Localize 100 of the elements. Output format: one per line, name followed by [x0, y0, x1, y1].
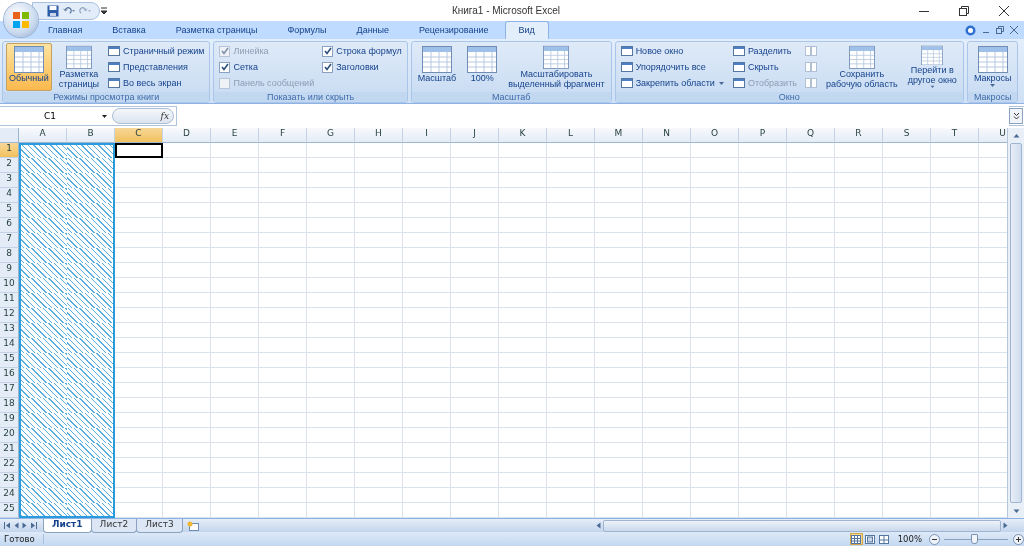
row-header[interactable]: 16 [0, 368, 19, 383]
row-header[interactable]: 12 [0, 308, 19, 323]
ribbon-button[interactable]: Страничный режим [106, 43, 207, 59]
ribbon-button[interactable]: Упорядочить все [618, 59, 727, 75]
row-header[interactable]: 13 [0, 323, 19, 338]
expand-button[interactable] [1009, 108, 1023, 124]
ribbon-button[interactable]: Масштаб [414, 43, 460, 91]
sheet-tab[interactable]: Лист1 [43, 518, 92, 533]
ribbon-tab[interactable]: Вид [504, 21, 549, 39]
scroll-down-icon[interactable] [1012, 508, 1020, 514]
row-header[interactable]: 17 [0, 383, 19, 398]
scroll-left-icon[interactable] [596, 522, 601, 529]
row-header[interactable]: 24 [0, 488, 19, 503]
row-header[interactable]: 3 [0, 173, 19, 188]
row-header[interactable]: 14 [0, 338, 19, 353]
ribbon-button[interactable]: Разделить [730, 43, 799, 59]
zoom-out-button[interactable] [928, 533, 940, 545]
ribbon-button[interactable]: Сохранить рабочую область [822, 43, 901, 91]
ribbon-tab[interactable]: Рецензирование [405, 21, 503, 39]
column-header[interactable]: I [403, 128, 451, 143]
row-header[interactable]: 21 [0, 443, 19, 458]
column-header[interactable]: P [739, 128, 787, 143]
column-header[interactable]: S [883, 128, 931, 143]
row-header[interactable]: 22 [0, 458, 19, 473]
formula-input[interactable] [176, 106, 1009, 126]
ribbon-tab[interactable]: Формулы [273, 21, 341, 39]
checkbox[interactable]: Строка формул [320, 43, 404, 59]
column-header[interactable]: Q [787, 128, 835, 143]
row-header[interactable]: 7 [0, 233, 19, 248]
column-header[interactable]: C [115, 128, 163, 143]
row-header[interactable]: 15 [0, 353, 19, 368]
help-icon[interactable] [965, 24, 976, 36]
row-header[interactable]: 23 [0, 473, 19, 488]
column-header[interactable]: N [643, 128, 691, 143]
checkbox[interactable]: Заголовки [320, 59, 404, 75]
row-header[interactable]: 9 [0, 263, 19, 278]
row-header[interactable]: 19 [0, 413, 19, 428]
column-header[interactable]: B [67, 128, 115, 143]
row-header[interactable]: 20 [0, 428, 19, 443]
dropdown-icon[interactable] [101, 113, 108, 119]
view-button[interactable] [877, 533, 891, 545]
row-header[interactable]: 25 [0, 503, 19, 518]
checkbox[interactable]: Сетка [217, 59, 317, 75]
column-header[interactable]: F [259, 128, 307, 143]
ribbon-button[interactable]: Обычный [6, 43, 52, 91]
column-header[interactable]: H [355, 128, 403, 143]
ribbon-tab[interactable]: Главная [34, 21, 97, 39]
column-header[interactable]: A [19, 128, 67, 143]
column-header[interactable]: U [979, 128, 1007, 143]
ribbon-button[interactable]: Во весь экран [106, 75, 207, 91]
insert-function-button[interactable]: fx [160, 111, 169, 121]
ribbon-button[interactable]: Макросы [970, 43, 1015, 91]
next-sheet-icon[interactable] [22, 522, 27, 529]
ribbon-button[interactable]: Представления [106, 59, 207, 75]
scroll-right-icon[interactable] [1003, 522, 1008, 529]
row-header[interactable]: 2 [0, 158, 19, 173]
ribbon-button[interactable]: 100% [463, 43, 502, 91]
view-button[interactable] [849, 533, 863, 545]
column-header[interactable]: D [163, 128, 211, 143]
slider-thumb[interactable] [971, 534, 979, 544]
ribbon-button[interactable]: Скрыть [730, 59, 799, 75]
horizontal-scrollbar[interactable] [596, 519, 1008, 532]
previous-sheet-icon[interactable] [14, 522, 19, 529]
column-header[interactable]: G [307, 128, 355, 143]
ribbon-tab[interactable]: Разметка страницы [161, 21, 272, 39]
column-header[interactable]: J [451, 128, 499, 143]
row-header[interactable]: 11 [0, 293, 19, 308]
zoom-slider[interactable] [944, 534, 1008, 544]
active-cell[interactable] [115, 143, 163, 158]
ribbon-tab[interactable]: Данные [342, 21, 404, 39]
column-header[interactable]: K [499, 128, 547, 143]
ribbon-button[interactable]: Разметка страницы [55, 43, 103, 91]
ribbon-button[interactable]: Закрепить области [618, 75, 727, 91]
name-box[interactable]: C1 [0, 107, 112, 125]
column-header[interactable]: T [931, 128, 979, 143]
row-header[interactable]: 4 [0, 188, 19, 203]
column-header[interactable]: M [595, 128, 643, 143]
insert-sheet-icon[interactable] [185, 520, 200, 531]
scroll-up-icon[interactable] [1012, 132, 1020, 138]
first-sheet-icon[interactable] [4, 522, 11, 529]
close-icon[interactable] [999, 5, 1009, 16]
customize-icon[interactable] [100, 5, 108, 16]
sheet-tab[interactable]: Лист3 [136, 518, 183, 533]
ribbon-button[interactable]: Новое окно [618, 43, 727, 59]
row-header[interactable]: 1 [0, 143, 19, 158]
ribbon-button[interactable]: Масштабировать выделенный фрагмент [505, 43, 608, 91]
row-header[interactable]: 8 [0, 248, 19, 263]
column-header[interactable]: O [691, 128, 739, 143]
column-header[interactable]: L [547, 128, 595, 143]
row-header[interactable]: 5 [0, 203, 19, 218]
column-header[interactable]: R [835, 128, 883, 143]
view-button[interactable] [863, 533, 877, 545]
ribbon-button[interactable]: Перейти в другое окно [904, 43, 960, 91]
sheet-tab[interactable]: Лист2 [90, 518, 138, 533]
last-sheet-icon[interactable] [30, 522, 37, 529]
restore-icon[interactable] [959, 5, 969, 16]
row-header[interactable]: 18 [0, 398, 19, 413]
save-icon[interactable] [47, 4, 59, 17]
row-header[interactable]: 10 [0, 278, 19, 293]
row-header[interactable]: 6 [0, 218, 19, 233]
